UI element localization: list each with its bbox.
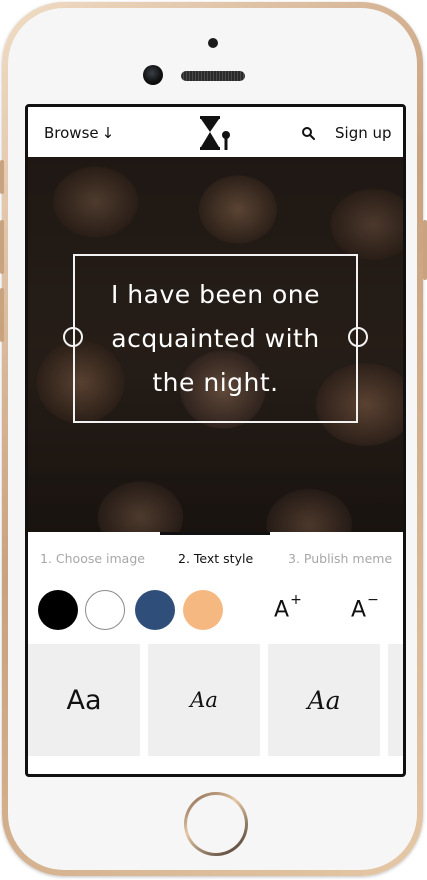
color-swatch-navy[interactable]: [135, 590, 175, 630]
app-header: Browse ↓ Sign up: [28, 107, 403, 157]
font-option-more[interactable]: [388, 644, 403, 756]
arrow-down-icon: ↓: [101, 124, 115, 142]
sign-up-button[interactable]: Sign up: [335, 124, 392, 142]
decrease-text-size-button[interactable]: A−: [351, 592, 379, 623]
font-size-glyph: A: [274, 597, 290, 623]
minus-icon: −: [367, 592, 379, 608]
hourglass-logo[interactable]: [200, 116, 232, 150]
plus-icon: +: [290, 592, 302, 608]
power-button: [423, 220, 427, 280]
color-swatch-peach[interactable]: [183, 590, 223, 630]
font-sample: Aa: [66, 684, 102, 716]
proximity-sensor: [208, 38, 218, 48]
home-button[interactable]: [184, 792, 248, 856]
font-option-script[interactable]: Aa: [268, 644, 380, 756]
browse-label: Browse: [44, 124, 99, 142]
resize-handle-left[interactable]: [63, 327, 83, 347]
font-sample: Aa: [190, 688, 218, 712]
step-publish-meme[interactable]: 3. Publish meme: [288, 551, 392, 566]
meme-image-canvas[interactable]: I have been one acquainted with the nigh…: [28, 157, 403, 532]
text-color-picker: A+ A−: [28, 585, 403, 635]
volume-down-button: [0, 288, 4, 342]
resize-handle-right[interactable]: [348, 327, 368, 347]
volume-up-button: [0, 220, 4, 274]
color-swatch-white[interactable]: [85, 590, 125, 630]
active-step-indicator: [160, 532, 270, 535]
font-option-handwritten[interactable]: Aa: [148, 644, 260, 756]
step-tabs: 1. Choose image 2. Text style 3. Publish…: [28, 532, 403, 582]
font-option-sans[interactable]: Aa: [28, 644, 140, 756]
app-screen: Browse ↓ Sign up I have been one acquaint…: [25, 104, 406, 777]
step-choose-image[interactable]: 1. Choose image: [40, 551, 145, 566]
font-sample: Aa: [307, 685, 341, 715]
font-size-glyph: A: [351, 597, 367, 623]
earpiece-speaker: [181, 71, 245, 81]
front-camera: [143, 65, 163, 85]
browse-button[interactable]: Browse ↓: [44, 124, 114, 142]
color-swatch-black[interactable]: [38, 590, 78, 630]
search-icon[interactable]: [301, 126, 315, 140]
meme-text[interactable]: I have been one acquainted with the nigh…: [93, 273, 338, 405]
meme-text-box[interactable]: I have been one acquainted with the nigh…: [63, 254, 368, 423]
mute-switch: [0, 160, 4, 194]
step-text-style[interactable]: 2. Text style: [178, 551, 253, 566]
increase-text-size-button[interactable]: A+: [274, 592, 302, 623]
device-mockup: Browse ↓ Sign up I have been one acquaint…: [0, 0, 427, 880]
font-picker: Aa Aa Aa: [28, 644, 403, 756]
